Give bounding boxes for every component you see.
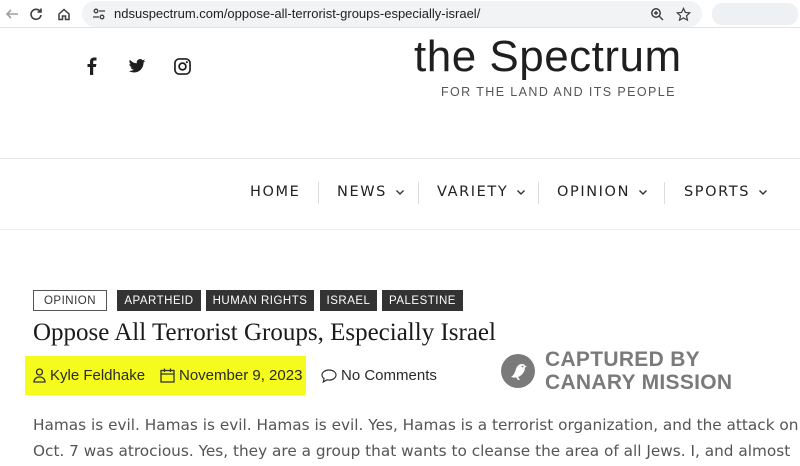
instagram-icon[interactable] (172, 56, 192, 76)
author-name[interactable]: Kyle Feldhake (50, 367, 145, 384)
nav-item-sports[interactable]: SPORTS (684, 184, 768, 200)
nav-divider (0, 229, 800, 230)
nav-item-variety[interactable]: VARIETY (437, 184, 526, 200)
nav-separator (418, 182, 419, 204)
chevron-down-icon (395, 190, 404, 195)
nav-item-label: NEWS (337, 184, 387, 200)
comment-icon (321, 368, 337, 383)
nav-item-opinion[interactable]: OPINION (557, 184, 648, 200)
chevron-down-icon (517, 190, 526, 195)
site-title[interactable]: the Spectrum (414, 32, 682, 82)
article-title: Oppose All Terrorist Groups, Especially … (33, 319, 496, 346)
nav-item-news[interactable]: NEWS (337, 184, 405, 200)
tag-human-rights[interactable]: HUMAN RIGHTS (206, 290, 314, 311)
canary-mission-logo-icon (501, 354, 535, 388)
article-body: Hamas is evil. Hamas is evil. Hamas is e… (33, 412, 799, 464)
twitter-icon[interactable] (127, 56, 147, 76)
site-tagline: FOR THE LAND AND ITS PEOPLE (441, 85, 676, 99)
nav-item-label: SPORTS (684, 184, 751, 200)
nav-separator (538, 182, 539, 204)
facebook-icon[interactable] (82, 56, 102, 76)
tag-palestine[interactable]: PALESTINE (382, 290, 463, 311)
article-author[interactable]: Kyle Feldhake (33, 367, 145, 384)
body-line: Oct. 7 was atrocious. Yes, they are a gr… (33, 442, 791, 460)
nav-separator (318, 182, 319, 204)
article-comments[interactable]: No Comments (321, 367, 437, 384)
chevron-down-icon (639, 190, 648, 195)
calendar-icon (160, 368, 175, 383)
body-line: Hamas is evil. Hamas is evil. Hamas is e… (33, 416, 799, 434)
site-info-icon[interactable] (91, 6, 107, 22)
main-navigation: HOME NEWS VARIETY OPINION SPORTS (0, 170, 800, 216)
nav-separator (664, 182, 665, 204)
watermark-line1: CAPTURED BY (545, 348, 700, 371)
browser-toolbar: ndsuspectrum.com/oppose-all-terrorist-gr… (0, 0, 800, 28)
user-icon (33, 368, 46, 383)
profile-area[interactable] (712, 3, 798, 25)
header-divider (0, 158, 800, 159)
address-bar[interactable]: ndsuspectrum.com/oppose-all-terrorist-gr… (82, 1, 702, 27)
zoom-icon[interactable] (648, 5, 666, 23)
nav-item-label: OPINION (557, 184, 631, 200)
url-text[interactable]: ndsuspectrum.com/oppose-all-terrorist-gr… (114, 6, 480, 21)
refresh-icon[interactable] (26, 4, 46, 24)
category-tag-opinion[interactable]: OPINION (33, 290, 107, 311)
publish-date[interactable]: November 9, 2023 (179, 367, 302, 384)
comments-link[interactable]: No Comments (341, 367, 437, 384)
tag-israel[interactable]: ISRAEL (320, 290, 377, 311)
chevron-down-icon (759, 190, 768, 195)
back-arrow-icon[interactable] (2, 4, 22, 24)
article-date[interactable]: November 9, 2023 (160, 367, 302, 384)
nav-item-label: HOME (250, 184, 301, 200)
tag-apartheid[interactable]: APARTHEID (117, 290, 201, 311)
nav-item-home[interactable]: HOME (250, 184, 300, 200)
star-icon[interactable] (674, 5, 692, 23)
watermark-line2: CANARY MISSION (545, 371, 733, 394)
home-icon[interactable] (54, 4, 74, 24)
nav-item-label: VARIETY (437, 184, 509, 200)
